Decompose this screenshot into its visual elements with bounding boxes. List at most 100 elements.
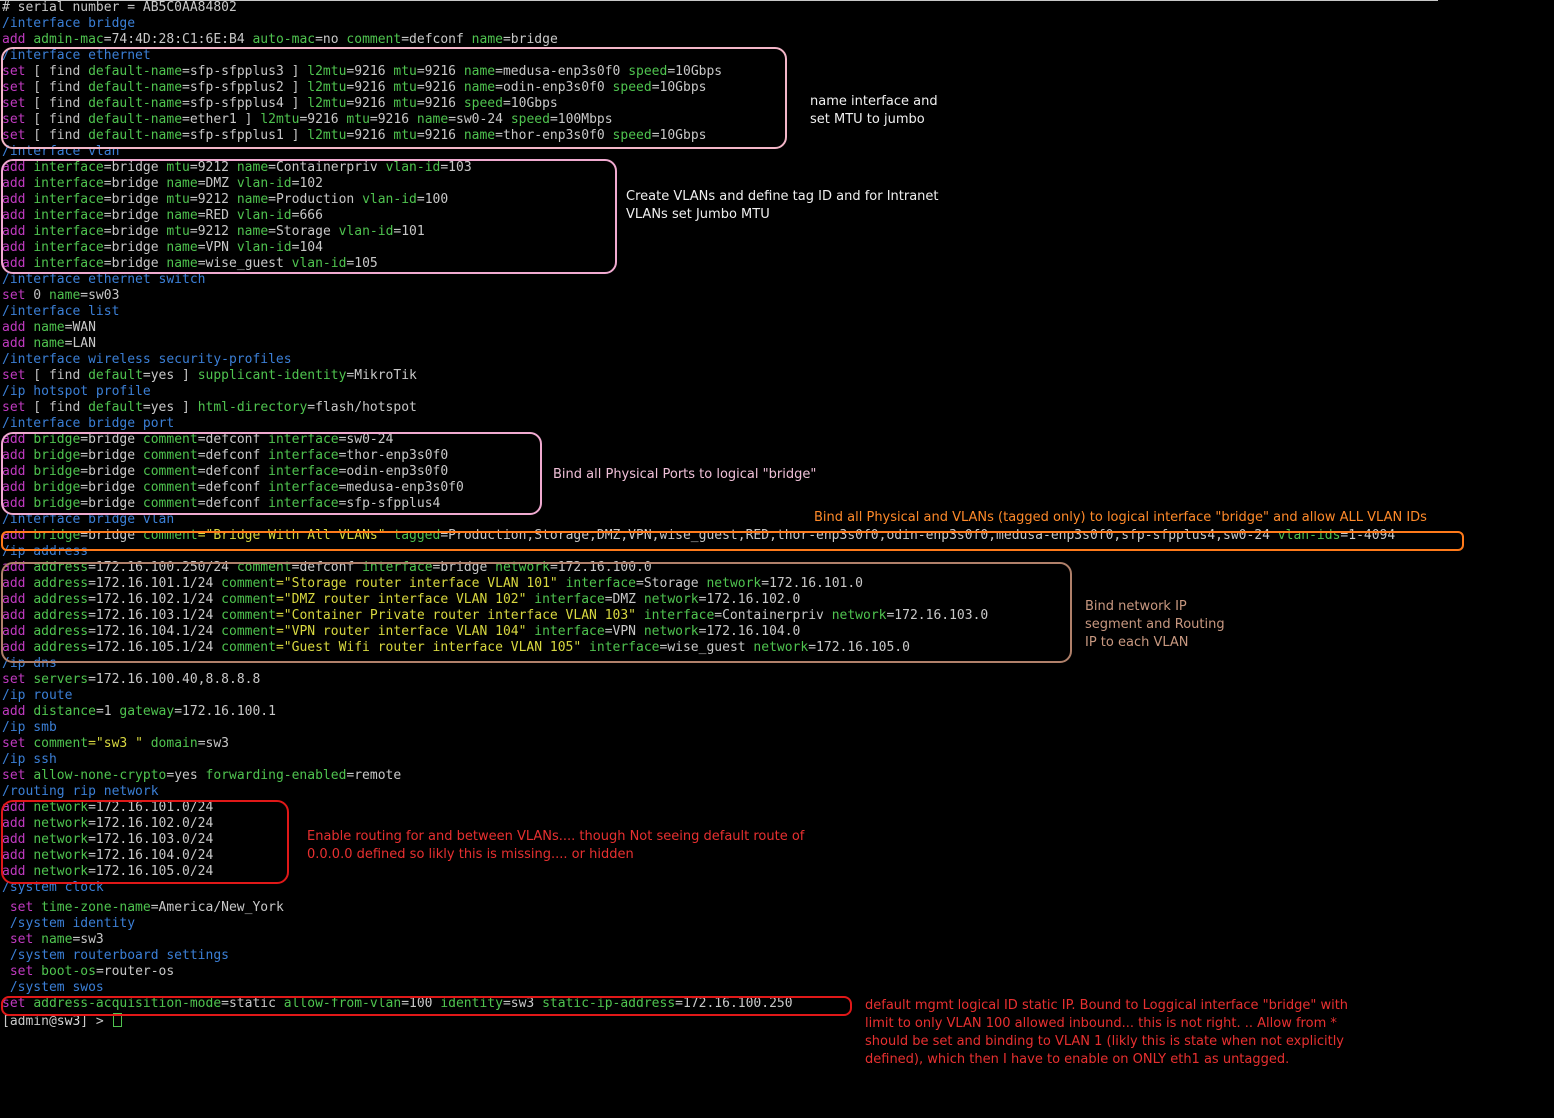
config-token: forwarding-enabled <box>205 768 347 783</box>
config-line-hdr-bridge: /interface bridge <box>2 16 135 32</box>
prompt-hostname: sw3 <box>56 1014 81 1029</box>
annotation-bridge-vlan: Bind all Physical and VLANs (tagged only… <box>814 510 1427 525</box>
config-token: =yes <box>166 768 206 783</box>
config-line-hdr-list: /interface list <box>2 304 119 320</box>
config-token: =sw03 <box>80 288 120 303</box>
config-line-dns-set: set servers=172.16.100.40,8.8.8.8 <box>2 672 260 688</box>
config-token: set <box>2 964 34 979</box>
config-token: =sw3 <box>197 736 230 751</box>
config-token: =172.16.100.1 <box>174 704 276 719</box>
config-token: =yes ] <box>142 368 198 383</box>
config-token: =flash/hotspot <box>307 400 417 415</box>
config-token: =1 <box>95 704 120 719</box>
config-token <box>80 368 88 383</box>
config-line-hdr-rip: /routing rip network <box>2 784 159 800</box>
ip-address-highlight-box <box>1 562 1072 663</box>
config-token <box>80 400 88 415</box>
config-token: comment <box>346 32 402 47</box>
config-line-hdr-bport: /interface bridge port <box>2 416 174 432</box>
config-line-clock-set: set time-zone-name=America/New_York <box>2 900 284 916</box>
annotation-vlan: Create VLANs and define tag ID and for I… <box>626 189 939 222</box>
config-token: /system identity <box>2 916 136 931</box>
config-token: =remote <box>346 768 402 783</box>
config-token: find <box>48 368 81 383</box>
rip-highlight-box <box>1 800 289 884</box>
config-token: add <box>2 336 26 351</box>
config-token: /ip smb <box>2 720 57 735</box>
config-token: name <box>471 32 503 47</box>
config-token: set <box>2 768 26 783</box>
config-line-hdr-wireless: /interface wireless security-profiles <box>2 352 292 368</box>
config-token: [ <box>25 368 49 383</box>
config-line-hdr-swos: /system swos <box>2 980 104 996</box>
config-token: /ip route <box>2 688 73 703</box>
config-token: /system swos <box>2 980 104 995</box>
bridge-vlan-highlight-box <box>1 531 1464 551</box>
config-token: set <box>2 932 34 947</box>
config-token: =bridge <box>502 32 558 47</box>
config-token: add <box>2 320 26 335</box>
config-line-list-1: add name=WAN <box>2 320 96 336</box>
config-line-hotspot-set: set [ find default=yes ] html-directory=… <box>2 400 417 416</box>
config-token: admin-mac <box>33 32 104 47</box>
config-token: =router-os <box>95 964 175 979</box>
config-token: [ <box>25 400 49 415</box>
config-line-smb-set: set comment="sw3 " domain=sw3 <box>2 736 229 752</box>
bridge-port-highlight-box <box>1 432 542 515</box>
config-token: distance <box>33 704 96 719</box>
annotation-bridge-port: Bind all Physical Ports to logical "brid… <box>553 467 817 482</box>
config-token <box>33 900 41 915</box>
config-token: add <box>2 704 26 719</box>
config-line-hdr-ssh: /ip ssh <box>2 752 57 768</box>
config-line-ssh-set: set allow-none-crypto=yes forwarding-ena… <box>2 768 401 784</box>
config-token: name <box>33 336 65 351</box>
config-line-hdr-smb: /ip smb <box>2 720 57 736</box>
prompt-close: ] > <box>80 1014 112 1029</box>
config-token: time-zone-name <box>41 900 151 915</box>
config-token: =74:4D:28:C1:6E:B4 <box>103 32 253 47</box>
prompt-open: [admin@ <box>2 1014 57 1029</box>
config-token: html-directory <box>197 400 308 415</box>
config-line-wireless-set: set [ find default=yes ] supplicant-iden… <box>2 368 417 384</box>
config-token: /interface wireless security-profiles <box>2 352 292 367</box>
annotation-rip: Enable routing for and between VLANs....… <box>307 829 805 862</box>
config-token: default <box>88 368 143 383</box>
config-line-route-add: add distance=1 gateway=172.16.100.1 <box>2 704 276 720</box>
vlan-highlight-box <box>1 159 617 274</box>
config-token: name <box>41 932 73 947</box>
config-token: /interface list <box>2 304 120 319</box>
config-line-identity-set: set name=sw3 <box>2 932 104 948</box>
annotation-swos: default mgmt logical ID static IP. Bound… <box>865 998 1349 1067</box>
ethernet-highlight-box <box>1 47 787 149</box>
config-token: =defconf <box>401 32 472 47</box>
config-token: allow-none-crypto <box>33 768 167 783</box>
config-token: /interface bridge port <box>2 416 175 431</box>
config-token: =sw3 <box>72 932 104 947</box>
config-token: # serial number = AB5C0AA84802 <box>2 0 237 15</box>
config-token: /ip hotspot profile <box>2 384 151 399</box>
config-token: /system routerboard settings <box>2 948 229 963</box>
config-token: /ip ssh <box>2 752 57 767</box>
config-line-serial: # serial number = AB5C0AA84802 <box>2 0 237 16</box>
config-token <box>33 964 41 979</box>
config-token: =no <box>315 32 347 47</box>
config-token: add <box>2 32 26 47</box>
config-token: set <box>2 672 26 687</box>
config-token: =America/New_York <box>150 900 284 915</box>
config-token: =172.16.100.40,8.8.8.8 <box>88 672 261 687</box>
config-token: comment <box>33 736 89 751</box>
config-token: =LAN <box>64 336 96 351</box>
config-line-hdr-routerboard: /system routerboard settings <box>2 948 229 964</box>
config-token: set <box>2 288 26 303</box>
config-token: set <box>2 400 26 415</box>
annotation-ip-address: Bind network IP segment and Routing IP t… <box>1085 599 1225 650</box>
config-token: auto-mac <box>252 32 316 47</box>
config-line-hdr-route: /ip route <box>2 688 72 704</box>
config-line-hdr-hotspot: /ip hotspot profile <box>2 384 151 400</box>
config-token: ="sw3 " <box>88 736 151 751</box>
config-line-list-2: add name=LAN <box>2 336 96 352</box>
config-token: /interface ethernet switch <box>2 272 206 287</box>
config-token: name <box>33 320 65 335</box>
swos-highlight-box <box>1 996 852 1016</box>
config-token: servers <box>33 672 89 687</box>
